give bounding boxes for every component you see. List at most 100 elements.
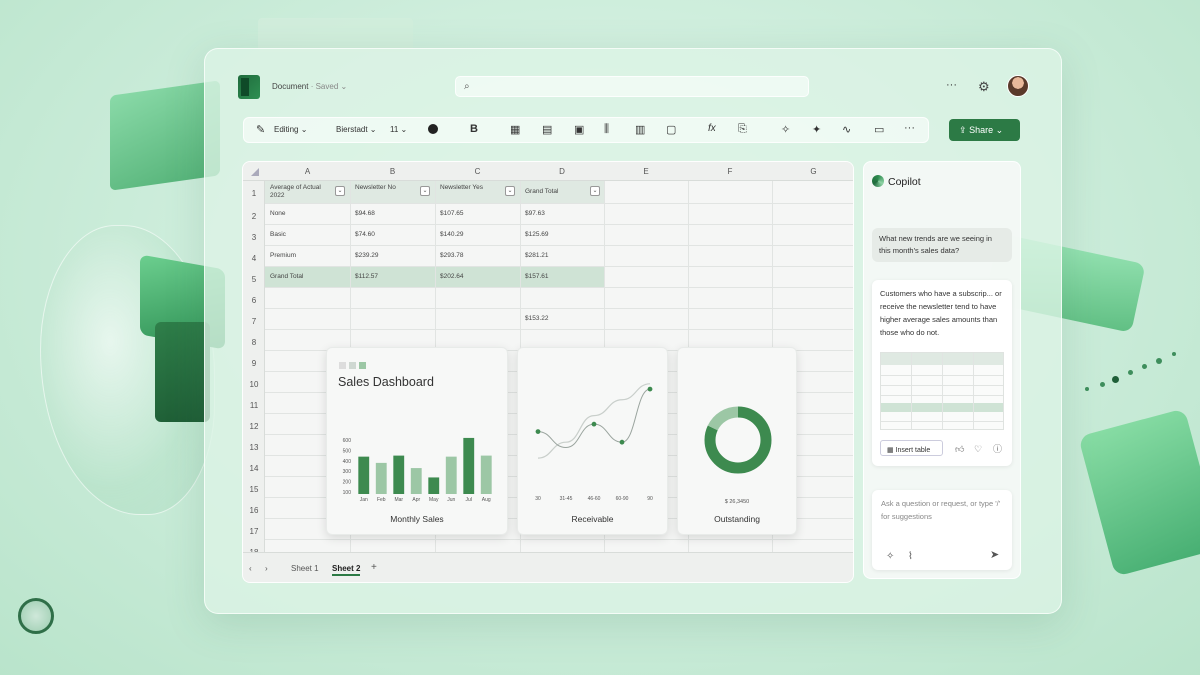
function-icon[interactable]: fx xyxy=(708,123,716,134)
excel-logo-icon xyxy=(238,75,260,99)
tab-sheet-1[interactable]: Sheet 1 xyxy=(291,564,319,573)
document-title[interactable]: Document · Saved ⌄ xyxy=(272,82,347,91)
select-all-corner-icon[interactable] xyxy=(251,168,259,176)
table-cell[interactable]: $140.29 xyxy=(440,231,464,238)
filter-dropdown-icon[interactable]: ⌄ xyxy=(505,186,515,196)
table-format-icon[interactable]: ▦ xyxy=(510,123,520,136)
pivot-header-cell[interactable]: Newsletter Yes xyxy=(440,184,495,192)
x-tick-label: 30 xyxy=(535,496,541,502)
pivot-header-cell[interactable]: Average of Actual 2022 xyxy=(270,184,332,200)
outstanding-card[interactable]: $ 26,3450 Outstanding xyxy=(677,347,797,535)
x-tick-label: May xyxy=(429,497,439,503)
row-header[interactable]: 15 xyxy=(243,485,265,494)
row-header[interactable]: 16 xyxy=(243,506,265,515)
chevron-left-icon[interactable]: ‹ xyxy=(249,564,252,573)
table-cell[interactable]: $239.29 xyxy=(355,252,379,259)
row-header[interactable]: 17 xyxy=(243,527,265,536)
spreadsheet-grid[interactable]: A B C D E F G 1 2 3 4 5 6 7 8 9 10 11 12… xyxy=(242,161,854,583)
table-cell[interactable]: $293.78 xyxy=(440,252,464,259)
x-tick-label: Jan xyxy=(360,497,368,503)
row-header[interactable]: 4 xyxy=(243,254,265,263)
attach-icon[interactable]: ⌇ xyxy=(908,550,913,563)
row-header[interactable]: 6 xyxy=(243,296,265,305)
font-name-dropdown[interactable]: Bierstadt ⌄ xyxy=(336,125,377,134)
sales-dashboard-card[interactable]: Sales Dashboard 100 200 300 400 500 600 Jan Feb… xyxy=(326,347,508,535)
column-header[interactable]: D xyxy=(520,167,604,176)
add-sheet-button[interactable]: + xyxy=(371,562,377,573)
column-header[interactable]: A xyxy=(265,167,350,176)
sparkle-icon[interactable]: ✧ xyxy=(886,550,894,563)
font-color-button[interactable] xyxy=(428,124,438,134)
more-tools-icon[interactable]: ··· xyxy=(904,122,915,134)
table-cell[interactable]: $125.69 xyxy=(525,231,549,238)
avatar[interactable] xyxy=(1007,75,1029,97)
sparkline-icon[interactable]: ∿ xyxy=(842,123,851,136)
row-header[interactable]: 8 xyxy=(243,338,265,347)
clipboard-icon[interactable]: ⎘ xyxy=(738,123,747,136)
more-options-button[interactable]: ··· xyxy=(946,79,957,91)
thumbs-up-icon[interactable]: 👍︎ xyxy=(955,443,964,456)
send-icon[interactable]: ➤ xyxy=(990,549,999,562)
column-header[interactable]: E xyxy=(604,167,688,176)
copilot-input[interactable]: Ask a question or request, or type '/' f… xyxy=(872,490,1012,570)
frame-icon[interactable]: ▢ xyxy=(666,123,676,136)
insert-table-icon[interactable]: ▤ xyxy=(542,123,552,136)
table-cell[interactable]: $97.63 xyxy=(525,210,545,217)
thumbs-down-icon[interactable]: ♡ xyxy=(974,443,982,456)
row-header[interactable]: 12 xyxy=(243,422,265,431)
table-cell[interactable]: $107.65 xyxy=(440,210,464,217)
row-header[interactable]: 14 xyxy=(243,464,265,473)
row-header[interactable]: 1 xyxy=(243,189,265,198)
insert-table-button[interactable]: ▦ Insert table xyxy=(880,440,943,456)
row-header[interactable]: 10 xyxy=(243,380,265,389)
table-cell[interactable]: $74.60 xyxy=(355,231,375,238)
comment-icon[interactable]: ▭ xyxy=(874,123,884,136)
pivot-header-cell[interactable]: Grand Total xyxy=(525,188,558,195)
rows-icon[interactable]: ▥ xyxy=(635,123,645,136)
receivable-chart: 30 31-45 46-60 60-90 90 xyxy=(535,383,653,502)
sparkle-icon[interactable]: ✦ xyxy=(812,123,821,136)
bar xyxy=(480,455,492,494)
column-header[interactable]: F xyxy=(688,167,772,176)
pivot-header-cell[interactable]: Newsletter No xyxy=(355,184,410,192)
table-cell[interactable]: $202.64 xyxy=(440,273,464,280)
editing-mode-dropdown[interactable]: Editing ⌄ xyxy=(274,125,307,134)
filter-dropdown-icon[interactable]: ⌄ xyxy=(420,186,430,196)
row-header[interactable]: 5 xyxy=(243,275,265,284)
bold-button[interactable]: B xyxy=(470,123,478,135)
row-header[interactable]: 11 xyxy=(243,401,265,410)
columns-icon[interactable]: ⫼ xyxy=(604,123,609,136)
share-button[interactable]: ⇪ Share ⌄ xyxy=(949,119,1020,141)
column-header[interactable]: B xyxy=(350,167,435,176)
chevron-right-icon[interactable]: › xyxy=(265,564,268,573)
lightbulb-icon[interactable]: ✧ xyxy=(781,123,790,136)
copilot-title: Copilot xyxy=(888,176,921,188)
row-header[interactable]: 2 xyxy=(243,212,265,221)
table-cell[interactable]: $112.57 xyxy=(355,273,378,280)
table-cell[interactable]: $94.68 xyxy=(355,210,375,217)
table-cell[interactable]: Grand Total xyxy=(270,273,303,280)
column-header[interactable]: G xyxy=(772,167,853,176)
receivable-card[interactable]: 30 31-45 46-60 60-90 90 Receivable xyxy=(517,347,668,535)
table-cell[interactable]: None xyxy=(270,210,286,217)
row-header[interactable]: 7 xyxy=(243,317,265,326)
font-size-dropdown[interactable]: 11 ⌄ xyxy=(390,125,407,134)
info-icon[interactable]: ⓘ xyxy=(993,443,1002,456)
filter-dropdown-icon[interactable]: ⌄ xyxy=(335,186,345,196)
table-cell[interactable]: $281.21 xyxy=(525,252,549,259)
column-header[interactable]: C xyxy=(435,167,520,176)
cell-area[interactable]: Average of Actual 2022 ⌄ Newsletter No ⌄… xyxy=(265,181,853,552)
data-point xyxy=(591,421,597,427)
table-settings-icon[interactable]: ▣ xyxy=(574,123,584,136)
table-cell[interactable]: Premium xyxy=(270,252,296,259)
row-header[interactable]: 9 xyxy=(243,359,265,368)
row-header[interactable]: 13 xyxy=(243,443,265,452)
filter-dropdown-icon[interactable]: ⌄ xyxy=(590,186,600,196)
gear-icon[interactable]: ⚙ xyxy=(978,79,990,95)
table-cell[interactable]: $153.22 xyxy=(525,315,549,322)
table-cell[interactable]: Basic xyxy=(270,231,286,238)
tab-sheet-2[interactable]: Sheet 2 xyxy=(332,564,361,576)
search-input[interactable]: ⌕ xyxy=(455,76,809,97)
table-cell[interactable]: $157.61 xyxy=(525,273,549,280)
row-header[interactable]: 3 xyxy=(243,233,265,242)
